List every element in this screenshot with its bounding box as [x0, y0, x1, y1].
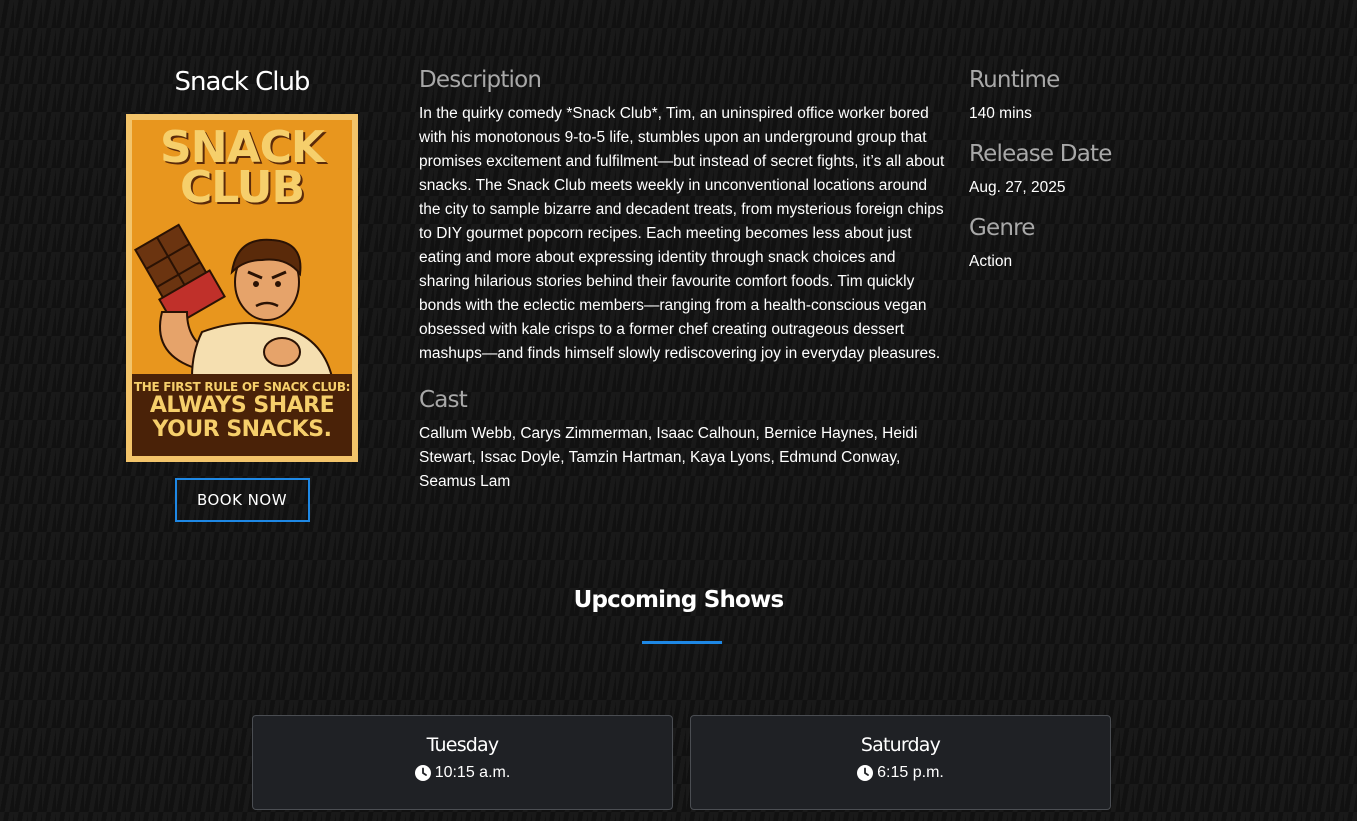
genre-value: Action [969, 253, 1013, 270]
genre-heading: Genre [969, 215, 1035, 241]
poster-tagline-line1: THE FIRST RULE OF SNACK CLUB: [133, 380, 351, 394]
upcoming-shows-heading: Upcoming Shows [573, 587, 785, 613]
clock-icon [857, 765, 874, 781]
poster-character-illustration [133, 223, 334, 377]
release-date-heading: Release Date [969, 141, 1112, 167]
runtime-heading: Runtime [969, 67, 1060, 93]
movie-poster: SNACK CLUB THE FIRST RULE OF SNACK CLUB:… [126, 114, 358, 462]
movie-poster-column: Snack Club SNACK CLUB THE FIRST RULE OF … [112, 60, 372, 522]
clock-icon [414, 765, 431, 781]
cast-heading: Cast [419, 387, 468, 413]
showtime-card-tuesday[interactable]: Tuesday 10:15 a.m. [252, 715, 673, 810]
release-date-value: Aug. 27, 2025 [969, 179, 1066, 196]
genre-block: Genre Action [969, 210, 1219, 274]
showtime-card-saturday[interactable]: Saturday 6:15 p.m. [690, 715, 1111, 810]
cast-list: Callum Webb, Carys Zimmerman, Isaac Calh… [419, 425, 918, 490]
movie-title: Snack Club [174, 67, 311, 97]
showtime-time-row: 10:15 a.m. [253, 764, 672, 782]
movie-details-column: Description In the quirky comedy *Snack … [419, 62, 949, 494]
movie-info-column: Runtime 140 mins Release Date Aug. 27, 2… [969, 62, 1219, 284]
runtime-block: Runtime 140 mins [969, 62, 1219, 126]
poster-artwork: SNACK CLUB THE FIRST RULE OF SNACK CLUB:… [132, 120, 352, 456]
showtime-time-row: 6:15 p.m. [691, 764, 1110, 782]
poster-tagline-line3: YOUR SNACKS. [152, 417, 333, 442]
poster-tagline: THE FIRST RULE OF SNACK CLUB: ALWAYS SHA… [132, 374, 352, 456]
runtime-value: 140 mins [969, 105, 1032, 122]
poster-tagline-line2: ALWAYS SHARE [149, 393, 335, 418]
heading-underline [642, 641, 722, 644]
poster-title: SNACK CLUB [132, 126, 352, 210]
showtime-time: 6:15 p.m. [877, 764, 944, 781]
description-text: In the quirky comedy *Snack Club*, Tim, … [419, 105, 945, 362]
showtime-day: Tuesday [426, 734, 500, 756]
movie-detail-page: Snack Club SNACK CLUB THE FIRST RULE OF … [0, 0, 1357, 821]
showtime-time: 10:15 a.m. [434, 764, 511, 781]
release-date-block: Release Date Aug. 27, 2025 [969, 136, 1219, 200]
description-heading: Description [419, 67, 542, 93]
book-now-button[interactable]: BOOK NOW [174, 478, 310, 522]
showtime-day: Saturday [860, 734, 941, 756]
